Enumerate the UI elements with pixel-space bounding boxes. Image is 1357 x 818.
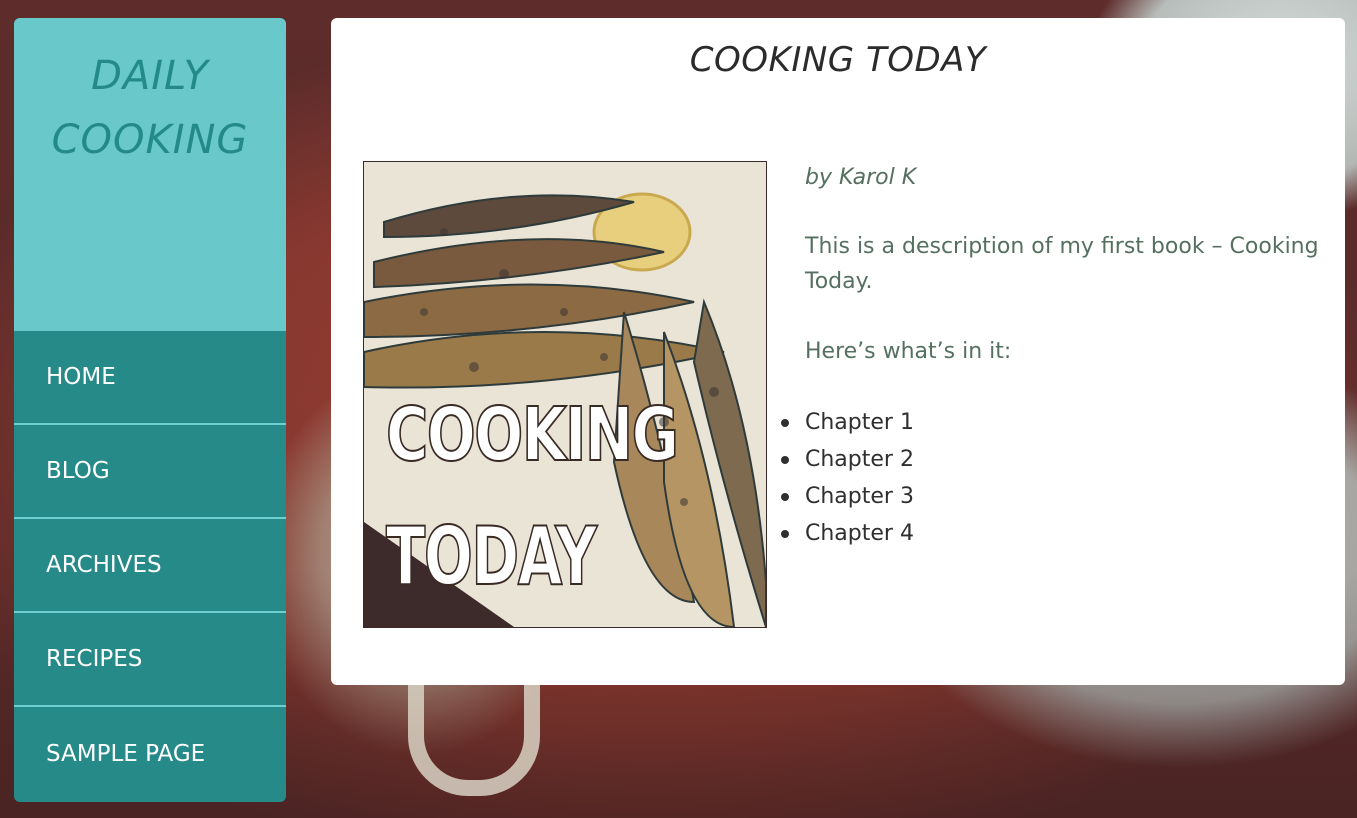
- list-item: Chapter 3: [781, 478, 1325, 515]
- nav-item-sample-page[interactable]: SAMPLE PAGE: [14, 707, 286, 801]
- nav-item-archives[interactable]: ARCHIVES: [14, 519, 286, 613]
- site-title[interactable]: DAILY COOKING: [14, 18, 286, 172]
- book-description: by Karol K This is a description of my f…: [781, 160, 1325, 552]
- description-text: This is a description of my first book –…: [805, 234, 1319, 294]
- book-cover-image: COOKING TODAY: [363, 161, 767, 628]
- contents-intro: Here’s what’s in it:: [805, 339, 1012, 364]
- page-title: COOKING TODAY: [689, 40, 987, 80]
- site-header: DAILY COOKING: [14, 18, 286, 331]
- sidebar: DAILY COOKING HOME BLOG ARCHIVES RECIPES…: [14, 18, 286, 802]
- content-card: COOKING TODAY COOKING TODAY by Karol K T…: [331, 18, 1345, 685]
- list-item: Chapter 1: [781, 404, 1325, 441]
- cover-title-line1: COOKING: [385, 392, 680, 478]
- chapter-list: Chapter 1 Chapter 2 Chapter 3 Chapter 4: [781, 404, 1325, 552]
- nav-item-home[interactable]: HOME: [14, 331, 286, 425]
- site-title-line2[interactable]: COOKING: [14, 108, 286, 172]
- cover-title-line2: TODAY: [385, 510, 598, 603]
- site-title-line1[interactable]: DAILY: [14, 44, 286, 108]
- list-item: Chapter 4: [781, 515, 1325, 552]
- list-item: Chapter 2: [781, 441, 1325, 478]
- nav-item-blog[interactable]: BLOG: [14, 425, 286, 519]
- nav-item-recipes[interactable]: RECIPES: [14, 613, 286, 707]
- author-byline: by Karol K: [805, 165, 917, 190]
- main-navigation: HOME BLOG ARCHIVES RECIPES SAMPLE PAGE: [14, 331, 286, 801]
